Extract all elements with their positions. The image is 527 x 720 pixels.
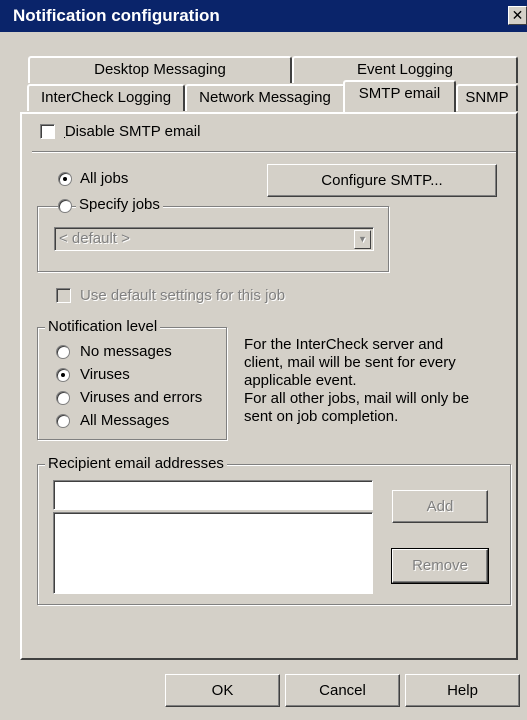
recipient-list[interactable]	[53, 512, 373, 594]
radio-dot-icon	[61, 373, 65, 377]
specify-jobs-radio[interactable]	[58, 199, 72, 213]
disable-smtp-label-text: Disable SMTP email	[64, 123, 201, 140]
option-all-messages-label: All Messages	[80, 412, 170, 429]
info-line: For all other jobs, mail will only be	[244, 390, 470, 407]
tab-network-messaging[interactable]: Network Messaging	[185, 84, 345, 111]
disable-smtp-checkbox[interactable]	[40, 124, 55, 139]
info-line: For the InterCheck server and	[244, 336, 444, 353]
add-button[interactable]: Add	[392, 490, 488, 523]
option-viruses-label: Viruses	[80, 366, 130, 383]
recipients-legend: Recipient email addresses	[45, 455, 227, 473]
option-no-messages-label: No messages	[80, 343, 172, 360]
info-line: sent on job completion.	[244, 408, 399, 425]
tab-intercheck-logging[interactable]: InterCheck Logging	[27, 84, 185, 111]
all-jobs-radio[interactable]	[58, 172, 72, 186]
dropdown-arrow-icon: ▼	[354, 230, 371, 249]
tab-smtp-email[interactable]: SMTP email	[343, 80, 456, 112]
radio-viruses-and-errors[interactable]	[56, 391, 70, 405]
use-default-settings-checkbox	[56, 288, 71, 303]
tab-desktop-messaging[interactable]: Desktop Messaging	[28, 56, 292, 83]
info-line: applicable event.	[244, 372, 357, 389]
remove-button[interactable]: Remove	[391, 548, 489, 584]
close-icon[interactable]: ✕	[508, 6, 527, 25]
job-combo-value: < default >	[59, 230, 130, 247]
recipient-email-input[interactable]	[53, 480, 373, 510]
window-title: Notification configuration	[13, 6, 220, 25]
configure-smtp-button[interactable]: Configure SMTP...	[267, 164, 497, 197]
use-default-settings-label: Use default settings for this job	[80, 287, 286, 304]
radio-viruses[interactable]	[56, 368, 70, 382]
info-line: client, mail will be sent for every	[244, 354, 456, 371]
separator	[32, 151, 516, 153]
cancel-button[interactable]: Cancel	[285, 674, 400, 707]
title-bar: Notification configuration ✕	[0, 0, 527, 32]
info-text: For the InterCheck server and client, ma…	[244, 336, 469, 426]
option-viruses-errors-label: Viruses and errors	[80, 389, 203, 406]
tab-event-logging[interactable]: Event Logging	[292, 56, 518, 83]
radio-all-messages[interactable]	[56, 414, 70, 428]
notification-level-legend: Notification level	[45, 318, 161, 336]
specify-jobs-label: Specify jobs	[76, 196, 163, 214]
tab-snmp[interactable]: SNMP	[456, 84, 518, 111]
disable-smtp-label: DDisable SMTP email	[64, 123, 201, 141]
all-jobs-label: All jobs	[80, 170, 129, 187]
radio-dot-icon	[63, 177, 67, 181]
radio-no-messages[interactable]	[56, 345, 70, 359]
job-combo: < default > ▼	[54, 227, 374, 251]
ok-button[interactable]: OK	[165, 674, 280, 707]
help-button[interactable]: Help	[405, 674, 520, 707]
